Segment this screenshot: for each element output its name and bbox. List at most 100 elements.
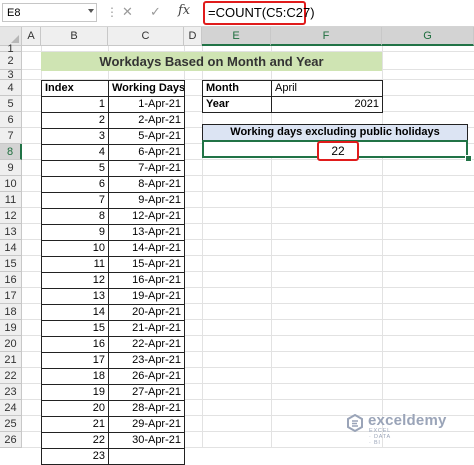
- working-day-cell[interactable]: 1-Apr-21: [108, 96, 185, 113]
- row-header-23[interactable]: 23: [0, 384, 22, 400]
- year-label[interactable]: Year: [202, 96, 272, 113]
- column-header-c[interactable]: C: [108, 27, 184, 46]
- index-header[interactable]: Index: [41, 80, 109, 97]
- row-header-19[interactable]: 19: [0, 320, 22, 336]
- index-cell[interactable]: 22: [41, 432, 109, 449]
- working-day-cell[interactable]: 5-Apr-21: [108, 128, 185, 145]
- row-header-3[interactable]: 3: [0, 70, 22, 81]
- formula-bar: E8 ⋮ ✕ ✓ fx =COUNT(C5:C27): [0, 0, 474, 27]
- column-header-a[interactable]: A: [22, 27, 41, 46]
- index-cell[interactable]: 15: [41, 320, 109, 337]
- index-cell[interactable]: 21: [41, 416, 109, 433]
- row-header-15[interactable]: 15: [0, 256, 22, 272]
- separator-icon: ⋮: [106, 5, 118, 19]
- index-cell[interactable]: 12: [41, 272, 109, 289]
- index-cell[interactable]: 9: [41, 224, 109, 241]
- working-day-cell[interactable]: 30-Apr-21: [108, 432, 185, 449]
- working-day-cell[interactable]: 28-Apr-21: [108, 400, 185, 417]
- check-icon[interactable]: ✓: [150, 4, 161, 20]
- formula-input[interactable]: =COUNT(C5:C27): [203, 1, 315, 25]
- working-days-header[interactable]: Working Days: [108, 80, 185, 97]
- index-cell[interactable]: 11: [41, 256, 109, 273]
- working-day-cell[interactable]: 13-Apr-21: [108, 224, 185, 241]
- index-cell[interactable]: 17: [41, 352, 109, 369]
- working-day-cell[interactable]: 20-Apr-21: [108, 304, 185, 321]
- index-cell[interactable]: 10: [41, 240, 109, 257]
- column-header-g[interactable]: G: [382, 27, 474, 46]
- month-label[interactable]: Month: [202, 80, 272, 97]
- index-cell[interactable]: 20: [41, 400, 109, 417]
- column-header-e[interactable]: E: [202, 27, 271, 46]
- row-header-6[interactable]: 6: [0, 112, 22, 128]
- logo-tagline: EXCEL · DATA · BI: [369, 428, 391, 446]
- row-header-8[interactable]: 8: [0, 144, 22, 160]
- result-header[interactable]: Working days excluding public holidays: [202, 124, 468, 141]
- working-day-cell[interactable]: 22-Apr-21: [108, 336, 185, 353]
- row-header-25[interactable]: 25: [0, 416, 22, 432]
- index-cell[interactable]: 2: [41, 112, 109, 129]
- column-header-f[interactable]: F: [271, 27, 382, 46]
- working-day-cell[interactable]: 26-Apr-21: [108, 368, 185, 385]
- index-cell[interactable]: 18: [41, 368, 109, 385]
- working-day-cell[interactable]: 23-Apr-21: [108, 352, 185, 369]
- row-header-7[interactable]: 7: [0, 128, 22, 144]
- row-header-11[interactable]: 11: [0, 192, 22, 208]
- index-cell[interactable]: 13: [41, 288, 109, 305]
- working-day-cell[interactable]: 29-Apr-21: [108, 416, 185, 433]
- working-day-cell[interactable]: [108, 448, 185, 465]
- working-day-cell[interactable]: 8-Apr-21: [108, 176, 185, 193]
- index-cell[interactable]: 16: [41, 336, 109, 353]
- working-day-cell[interactable]: 7-Apr-21: [108, 160, 185, 177]
- row-header-4[interactable]: 4: [0, 80, 22, 96]
- index-cell[interactable]: 7: [41, 192, 109, 209]
- insert-function-button[interactable]: fx: [178, 3, 190, 18]
- row-header-10[interactable]: 10: [0, 176, 22, 192]
- working-day-cell[interactable]: 9-Apr-21: [108, 192, 185, 209]
- row-header-14[interactable]: 14: [0, 240, 22, 256]
- fill-handle[interactable]: [465, 155, 472, 162]
- working-day-cell[interactable]: 21-Apr-21: [108, 320, 185, 337]
- row-header-13[interactable]: 13: [0, 224, 22, 240]
- working-day-cell[interactable]: 12-Apr-21: [108, 208, 185, 225]
- working-day-cell[interactable]: 6-Apr-21: [108, 144, 185, 161]
- index-cell[interactable]: 4: [41, 144, 109, 161]
- result-value[interactable]: 22: [317, 141, 359, 161]
- index-cell[interactable]: 5: [41, 160, 109, 177]
- logo-name: exceldemy: [368, 412, 447, 429]
- index-cell[interactable]: 19: [41, 384, 109, 401]
- working-day-cell[interactable]: 27-Apr-21: [108, 384, 185, 401]
- working-day-cell[interactable]: 19-Apr-21: [108, 288, 185, 305]
- row-header-20[interactable]: 20: [0, 336, 22, 352]
- column-header-d[interactable]: D: [184, 27, 202, 46]
- index-cell[interactable]: 14: [41, 304, 109, 321]
- index-cell[interactable]: 23: [41, 448, 109, 465]
- row-header-18[interactable]: 18: [0, 304, 22, 320]
- month-value[interactable]: April: [271, 80, 383, 97]
- index-cell[interactable]: 8: [41, 208, 109, 225]
- sheet-title[interactable]: Workdays Based on Month and Year: [41, 52, 382, 71]
- index-cell[interactable]: 3: [41, 128, 109, 145]
- index-cell[interactable]: 1: [41, 96, 109, 113]
- chevron-down-icon[interactable]: [88, 9, 94, 13]
- row-header-2[interactable]: 2: [0, 52, 22, 70]
- year-value[interactable]: 2021: [271, 96, 383, 113]
- working-day-cell[interactable]: 15-Apr-21: [108, 256, 185, 273]
- row-header-22[interactable]: 22: [0, 368, 22, 384]
- working-day-cell[interactable]: 14-Apr-21: [108, 240, 185, 257]
- row-header-26[interactable]: 26: [0, 432, 22, 448]
- column-header-b[interactable]: B: [41, 27, 108, 46]
- row-header-5[interactable]: 5: [0, 96, 22, 112]
- row-header-24[interactable]: 24: [0, 400, 22, 416]
- row-header-16[interactable]: 16: [0, 272, 22, 288]
- select-all-icon: [11, 35, 19, 43]
- name-box[interactable]: E8: [2, 3, 97, 22]
- row-header-9[interactable]: 9: [0, 160, 22, 176]
- index-cell[interactable]: 6: [41, 176, 109, 193]
- row-header-17[interactable]: 17: [0, 288, 22, 304]
- row-header-21[interactable]: 21: [0, 352, 22, 368]
- close-icon[interactable]: ✕: [122, 4, 133, 20]
- logo-icon: [347, 414, 363, 432]
- working-day-cell[interactable]: 16-Apr-21: [108, 272, 185, 289]
- working-day-cell[interactable]: 2-Apr-21: [108, 112, 185, 129]
- row-header-12[interactable]: 12: [0, 208, 22, 224]
